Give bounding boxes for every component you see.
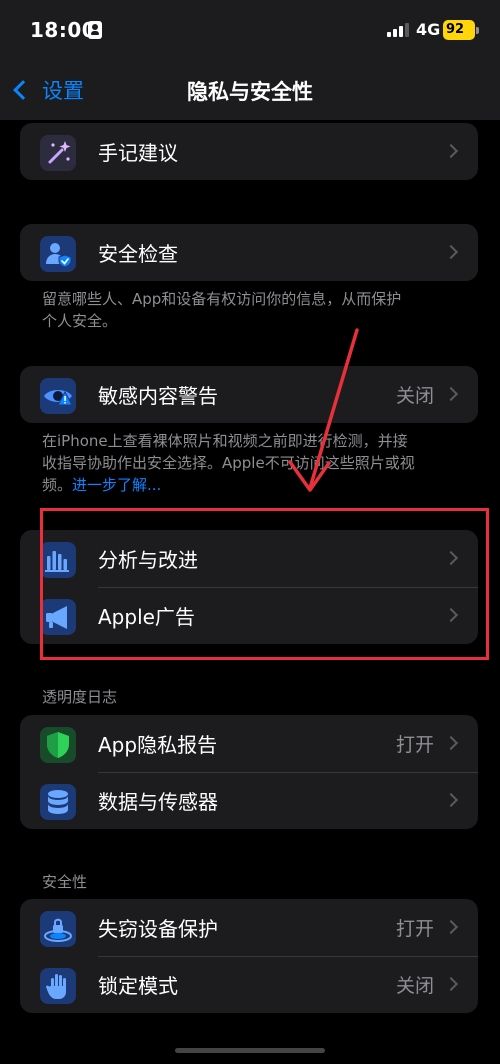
chevron-right-icon [443,735,459,751]
contact-card-icon [88,21,102,39]
learn-more-link[interactable]: 进一步了解... [72,476,161,494]
card-safety-check: 安全检查 [20,224,478,281]
row-label: App隐私报告 [98,733,218,757]
footer-text-tail: 频。 [42,476,73,494]
chevron-right-icon [443,919,459,935]
card-transparency-log: App隐私报告 打开 数据与传感器 [20,715,478,829]
card-handwriting: 手记建议 [20,123,478,180]
chevron-right-icon [443,244,459,260]
footer-line: 频。进一步了解... [42,474,472,496]
row-label: 敏感内容警告 [98,384,218,408]
chevron-right-icon [443,792,459,808]
row-lockdown-mode[interactable]: 锁定模式 关闭 [20,956,478,1013]
section-header-security: 安全性 [42,873,88,891]
status-bar: 18:00 4G 92 [0,0,500,60]
sparkles-icon [40,135,76,171]
row-label: 数据与传感器 [98,790,218,814]
status-time: 18:00 [30,18,97,42]
row-safety-check[interactable]: 安全检查 [20,224,478,281]
chevron-right-icon [443,976,459,992]
home-indicator [175,1048,325,1053]
device-lock-icon [40,911,76,947]
row-label: 手记建议 [98,141,178,165]
card-sensitive-content: 敏感内容警告 关闭 [20,366,478,423]
row-handwriting[interactable]: 手记建议 [20,123,478,180]
eye-warning-icon [40,378,76,414]
page-title: 隐私与安全性 [187,80,313,104]
row-value: 关闭 [395,385,434,407]
footer-line: 收指导协助作出安全选择。Apple不可访问这些照片或视 [42,454,415,472]
row-app-privacy-report[interactable]: App隐私报告 打开 [20,715,478,772]
row-value: 关闭 [395,975,434,997]
safety-check-footer: 留意哪些人、App和设备有权访问你的信息，从而保护 个人安全。 [42,288,472,332]
row-data-sensors[interactable]: 数据与传感器 [20,772,478,829]
cellular-signal-icon [387,22,409,37]
row-label: 锁定模式 [98,974,178,998]
row-stolen-device-protection[interactable]: 失窃设备保护 打开 [20,899,478,956]
footer-line: 个人安全。 [42,312,118,330]
sensitive-content-footer: 在iPhone上查看裸体照片和视频之前即进行检测，并接 收指导协助作出安全选择。… [42,430,472,496]
network-type: 4G [416,20,441,39]
shield-icon [40,727,76,763]
section-header-transparency-log: 透明度日志 [42,688,118,706]
navigation-bar: 设置 隐私与安全性 [0,60,500,120]
battery-tip [476,27,479,34]
row-value: 打开 [395,734,434,756]
row-value: 打开 [395,918,434,940]
person-shield-icon [40,236,76,272]
database-icon [40,784,76,820]
battery-level: 92 [443,20,475,40]
annotation-highlight-box [40,508,489,660]
row-label: 失窃设备保护 [98,917,218,941]
hand-icon [40,968,76,1004]
chevron-right-icon [443,386,459,402]
row-sensitive-content[interactable]: 敏感内容警告 关闭 [20,366,478,423]
footer-line: 在iPhone上查看裸体照片和视频之前即进行检测，并接 [42,432,408,450]
footer-line: 留意哪些人、App和设备有权访问你的信息，从而保护 [42,290,402,308]
row-label: 安全检查 [98,242,178,266]
card-security: 失窃设备保护 打开 锁定模式 关闭 [20,899,478,1013]
chevron-right-icon [443,143,459,159]
